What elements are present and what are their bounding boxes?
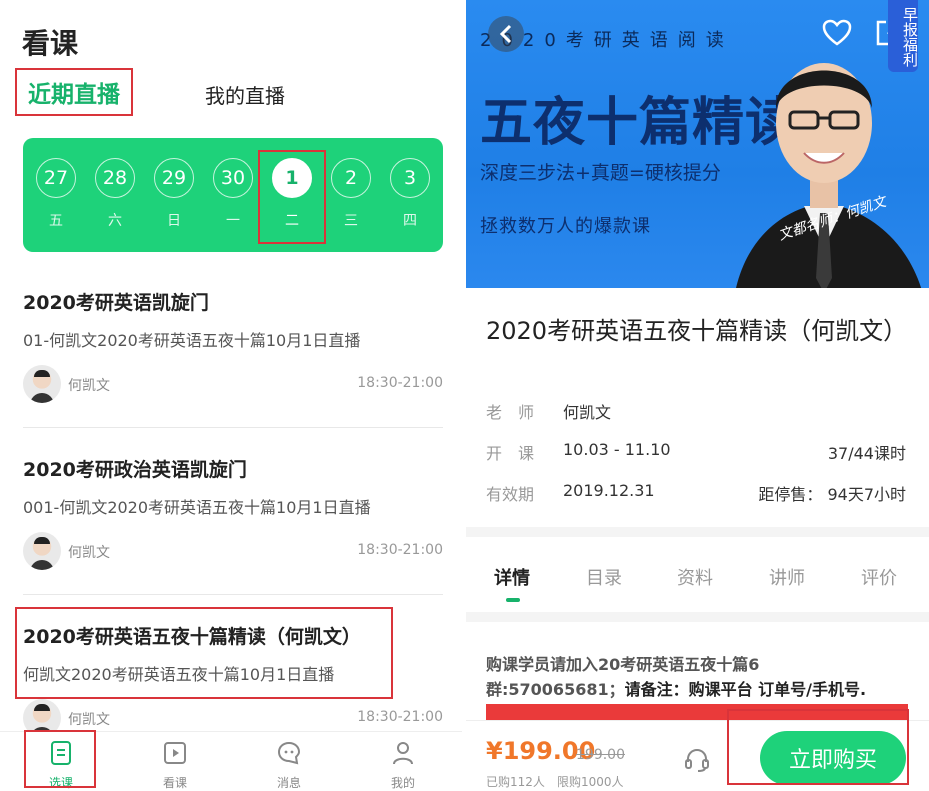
live-tabs: 近期直播 我的直播 <box>15 68 455 118</box>
live-time: 18:30-21:00 <box>357 542 443 558</box>
date-number: 30 <box>213 158 253 198</box>
date-item[interactable]: 27 五 <box>35 158 77 230</box>
nav-label: 我的 <box>390 776 415 790</box>
date-picker-strip: 27 五 28 六 29 日 30 一 1 二 2 三 3 四 <box>23 138 443 252</box>
valid-date-value: 2019.12.31 <box>563 481 655 500</box>
stop-sale-value: 94天7小时 <box>827 485 906 504</box>
message-icon <box>277 741 301 765</box>
date-number: 28 <box>95 158 135 198</box>
play-icon <box>164 742 186 764</box>
date-item[interactable]: 28 六 <box>94 158 136 230</box>
course-title: 2020考研英语凯旋门 <box>23 292 209 314</box>
date-item[interactable]: 2 三 <box>330 158 372 230</box>
weekday-label: 三 <box>344 213 358 229</box>
date-number: 29 <box>154 158 194 198</box>
banner-slogan: 拯救数万人的爆款课 <box>480 216 651 237</box>
teacher-value: 何凯文 <box>563 403 612 422</box>
promo-badge[interactable]: 早报福利 <box>888 0 919 72</box>
live-course-item[interactable]: 2020考研政治英语凯旋门 001-何凯文2020考研英语五夜十篇10月1日直播… <box>23 455 443 572</box>
teacher-name: 何凯文 <box>68 545 110 561</box>
weekday-label: 日 <box>167 213 181 229</box>
divider <box>23 427 443 428</box>
page-title: 看课 <box>22 27 79 60</box>
info-label: 开 课 <box>486 444 535 463</box>
open-date-value: 10.03 - 11.10 <box>563 440 671 459</box>
profile-icon <box>393 742 413 765</box>
teacher-avatar <box>23 365 61 403</box>
course-detail-panel: 2020考研英语阅读 五夜十篇精读 深度三步法+真题=硬核提分 拯救数万人的爆款… <box>466 0 929 791</box>
weekday-label: 一 <box>226 213 240 229</box>
section-separator <box>466 527 929 537</box>
back-button[interactable] <box>488 16 524 52</box>
section-separator <box>466 612 929 622</box>
divider <box>23 594 443 595</box>
screen: 看课 近期直播 我的直播 27 五 28 六 29 日 30 一 1 二 2 三… <box>0 0 929 791</box>
tab-catalog[interactable]: 目录 <box>586 564 622 590</box>
chevron-left-icon <box>499 24 512 44</box>
live-time: 18:30-21:00 <box>357 375 443 391</box>
nav-watch[interactable]: 看课 <box>140 740 210 791</box>
tab-my-live[interactable]: 我的直播 <box>205 80 285 109</box>
course-title: 2020考研政治英语凯旋门 <box>23 459 247 481</box>
weekday-label: 四 <box>403 213 417 229</box>
date-number: 2 <box>331 158 371 198</box>
nav-label: 看课 <box>162 776 187 790</box>
weekday-label: 六 <box>108 213 122 229</box>
nav-highlight-box <box>24 730 96 788</box>
live-course-item[interactable]: 2020考研英语凯旋门 01-何凯文2020考研英语五夜十篇10月1日直播 何凯… <box>23 288 443 405</box>
date-item[interactable]: 3 四 <box>389 158 431 230</box>
purchase-limit: 限购1000人 <box>557 775 624 789</box>
weekday-label: 五 <box>49 213 63 229</box>
date-number: 27 <box>36 158 76 198</box>
date-number: 3 <box>390 158 430 198</box>
original-price: 199.00 <box>576 747 625 763</box>
stop-sale-label: 距停售： <box>758 485 823 504</box>
tab-reviews[interactable]: 评价 <box>861 564 897 590</box>
live-list-panel: 看课 近期直播 我的直播 27 五 28 六 29 日 30 一 1 二 2 三… <box>0 0 462 791</box>
date-item[interactable]: 30 一 <box>212 158 254 230</box>
info-label: 有效期 <box>486 485 535 504</box>
tab-details[interactable]: 详情 <box>494 564 530 590</box>
tab-materials[interactable]: 资料 <box>677 564 713 590</box>
notice-line: 购课学员请加入20考研英语五夜十篇6 <box>486 655 760 674</box>
course-subtitle: 001-何凯文2020考研英语五夜十篇10月1日直播 <box>23 498 371 517</box>
group-number: 群:570065681； <box>486 680 625 699</box>
nav-messages[interactable]: 消息 <box>254 740 324 791</box>
course-banner: 2020考研英语阅读 五夜十篇精读 深度三步法+真题=硬核提分 拯救数万人的爆款… <box>466 0 929 288</box>
nav-label: 消息 <box>276 776 301 790</box>
date-item[interactable]: 29 日 <box>153 158 195 230</box>
highlighted-course-box <box>15 607 393 699</box>
tab-recent-live[interactable]: 近期直播 <box>15 68 133 116</box>
favorite-heart-icon[interactable] <box>822 18 852 48</box>
info-label: 老 师 <box>486 403 535 422</box>
teacher-name: 何凯文 <box>68 378 110 394</box>
lesson-hours: 37/44课时 <box>827 444 906 463</box>
course-title: 2020考研英语五夜十篇精读（何凯文） <box>486 317 908 345</box>
course-subtitle: 01-何凯文2020考研英语五夜十篇10月1日直播 <box>23 331 361 350</box>
buy-button-highlight-box <box>727 709 909 785</box>
stop-sale-countdown: 距停售： 94天7小时 <box>758 481 906 505</box>
detail-tabs: 详情 目录 资料 讲师 评价 <box>466 540 929 610</box>
customer-service-headset-icon[interactable] <box>684 747 710 773</box>
selected-date-highlight <box>258 150 326 244</box>
tab-teacher[interactable]: 讲师 <box>769 564 805 590</box>
live-time: 18:30-21:00 <box>357 709 443 725</box>
teacher-name: 何凯文 <box>68 712 110 728</box>
notice-remark: 请备注：购课平台 订单号/手机号. <box>624 680 867 699</box>
banner-tagline: 深度三步法+真题=硬核提分 <box>480 162 721 184</box>
nav-profile[interactable]: 我的 <box>368 740 438 791</box>
sold-count: 已购112人 <box>486 775 545 789</box>
purchase-notice: 购课学员请加入20考研英语五夜十篇6 群:570065681；请备注：购课平台 … <box>486 652 906 702</box>
active-tab-indicator <box>506 598 520 602</box>
teacher-avatar <box>23 532 61 570</box>
